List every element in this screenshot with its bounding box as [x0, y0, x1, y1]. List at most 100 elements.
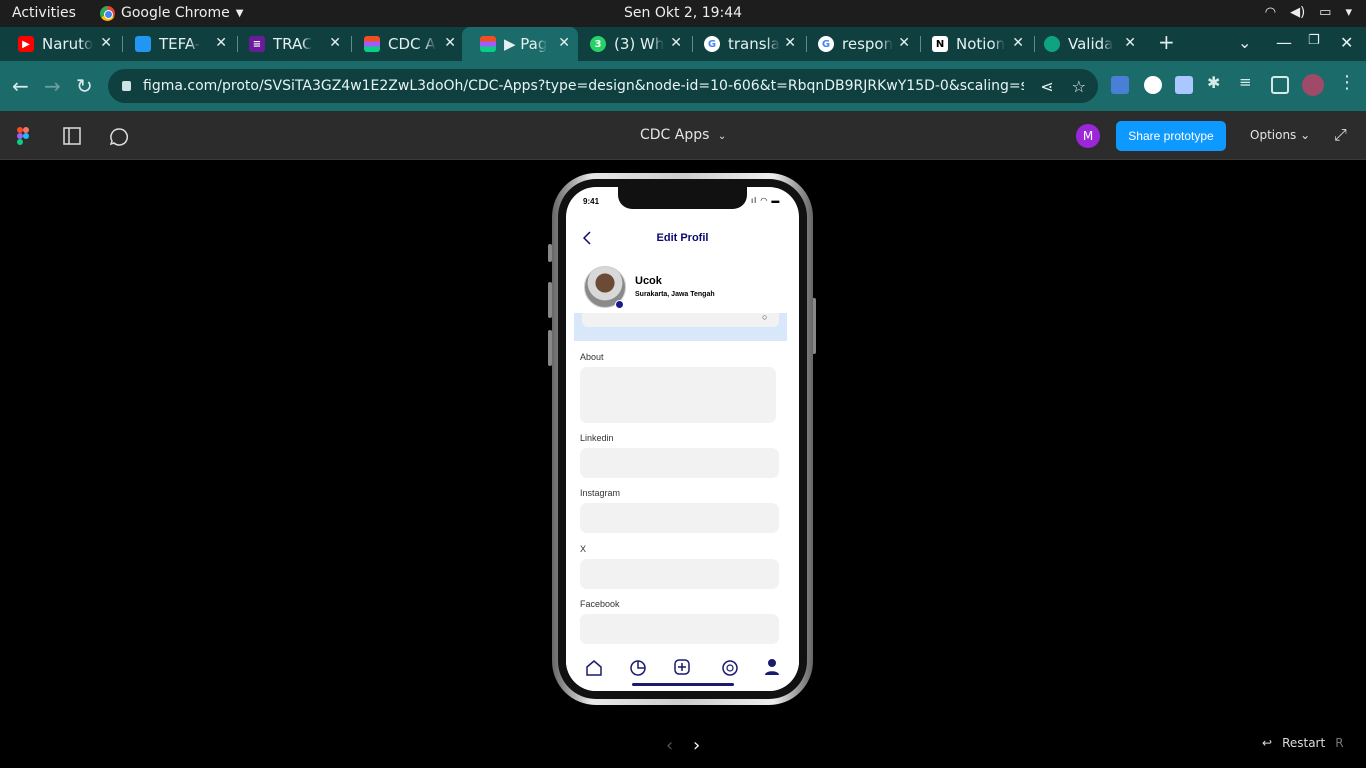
- new-tab-button[interactable]: +: [1158, 30, 1175, 54]
- tab-label: ▶ Pag: [504, 35, 548, 53]
- camera-icon[interactable]: [615, 300, 624, 309]
- toolbar: ← → ↻ figma.com/proto/SVSiTA3GZ4w1E2ZwL3…: [0, 61, 1366, 111]
- explore-icon[interactable]: [721, 659, 739, 677]
- close-icon[interactable]: ✕: [898, 35, 910, 51]
- close-window-icon[interactable]: ✕: [1340, 33, 1353, 52]
- tab[interactable]: Valida ✕: [1026, 27, 1144, 61]
- fullscreen-icon[interactable]: ⤢: [1334, 125, 1347, 145]
- status-time: 9:41: [583, 197, 600, 206]
- whatsapp-icon: 3: [590, 36, 606, 52]
- lock-icon: [122, 81, 131, 91]
- user-avatar[interactable]: M: [1076, 124, 1100, 148]
- tab-label: CDC A: [388, 35, 436, 53]
- tab-label: (3) Wh: [614, 35, 665, 53]
- restart-icon: ↩: [1262, 736, 1273, 750]
- close-icon[interactable]: ✕: [329, 35, 341, 51]
- media-icon[interactable]: ≡: [1239, 73, 1257, 91]
- docs-icon[interactable]: [1175, 76, 1193, 94]
- instagram-label: Instagram: [580, 488, 621, 498]
- tab[interactable]: Gtransla ✕: [686, 27, 804, 61]
- tab[interactable]: ≡ TRAC ✕: [231, 27, 349, 61]
- volume-icon: ◀): [1290, 5, 1306, 20]
- file-title-text: CDC Apps: [640, 127, 710, 143]
- linkedin-field[interactable]: [580, 448, 779, 478]
- reload-icon[interactable]: ↻: [76, 74, 93, 98]
- tab[interactable]: TEFA- ✕: [117, 27, 235, 61]
- chatgpt-icon: [1044, 36, 1060, 52]
- restart-shortcut: R: [1335, 736, 1344, 750]
- close-icon[interactable]: ✕: [444, 35, 456, 51]
- close-icon[interactable]: ✕: [1124, 35, 1136, 51]
- side-panel-icon[interactable]: [1271, 76, 1289, 94]
- sidebar-toggle-icon[interactable]: [63, 127, 81, 145]
- tab[interactable]: CDC A ✕: [346, 27, 464, 61]
- x-label: X: [580, 544, 587, 554]
- share-icon[interactable]: ⋖: [1040, 77, 1053, 96]
- instagram-field[interactable]: [580, 503, 779, 533]
- next-frame-icon[interactable]: ›: [693, 735, 700, 756]
- tab-label: Naruto: [42, 35, 94, 53]
- restart-button[interactable]: ↩ Restart R: [1262, 736, 1344, 750]
- profile-card-section: ○: [574, 312, 787, 341]
- close-icon[interactable]: ✕: [670, 35, 682, 51]
- profile-avatar[interactable]: [1302, 74, 1324, 96]
- chrome-icon: [100, 5, 115, 21]
- chevron-down-icon: ▾: [1345, 5, 1352, 20]
- about-label: About: [580, 352, 604, 362]
- menu-icon[interactable]: ⋮: [1338, 72, 1356, 93]
- close-icon[interactable]: ✕: [215, 35, 227, 51]
- tab-label: TRAC: [273, 35, 313, 53]
- list-icon: ≡: [249, 36, 265, 52]
- tab[interactable]: 3 (3) Wh ✕: [572, 27, 690, 61]
- tab[interactable]: ▶ Naruto ✕: [0, 27, 120, 61]
- page-title: Edit Profil: [656, 232, 709, 244]
- chevron-down-icon: ⌄: [717, 131, 727, 142]
- tab-strip: ▶ Naruto ✕ TEFA- ✕ ≡ TRAC ✕ CDC A ✕ ▶ Pag ✕ 3 (3…: [0, 27, 1366, 61]
- field-partial[interactable]: [582, 313, 779, 327]
- previous-frame-icon[interactable]: ‹: [666, 735, 673, 756]
- figma-icon: [480, 36, 496, 52]
- chart-icon[interactable]: [629, 659, 647, 677]
- close-icon[interactable]: ✕: [100, 35, 112, 51]
- app-menu[interactable]: Google Chrome ▼: [100, 5, 243, 21]
- translate-icon[interactable]: [1111, 76, 1129, 94]
- google-icon: G: [704, 36, 720, 52]
- file-title[interactable]: CDC Apps ⌄: [640, 127, 726, 143]
- profile-icon[interactable]: [763, 658, 781, 676]
- minimize-icon[interactable]: —: [1276, 33, 1292, 52]
- x-field[interactable]: [580, 559, 779, 589]
- forward-icon[interactable]: →: [44, 74, 61, 98]
- clock[interactable]: Sen Okt 2, 19:44: [624, 5, 742, 21]
- close-icon[interactable]: ✕: [558, 35, 570, 51]
- figma-logo-icon[interactable]: [17, 127, 29, 145]
- extension-icon[interactable]: [1144, 76, 1162, 94]
- facebook-field[interactable]: [580, 614, 779, 644]
- about-field[interactable]: [580, 367, 776, 423]
- tab[interactable]: N Notion ✕: [914, 27, 1032, 61]
- tab-active[interactable]: ▶ Pag ✕: [462, 27, 578, 61]
- activities-button[interactable]: Activities: [12, 5, 76, 21]
- address-bar[interactable]: figma.com/proto/SVSiTA3GZ4w1E2ZwL3doOh/C…: [108, 69, 1098, 103]
- options-label: Options: [1250, 128, 1297, 142]
- tab-search-icon[interactable]: ⌄: [1238, 33, 1251, 52]
- share-prototype-button[interactable]: Share prototype: [1116, 121, 1226, 151]
- phone-frame: 9:41 ıl ◠ ▬ Edit Profil Ucok Surakarta, …: [552, 173, 813, 705]
- tab-label: Valida: [1068, 35, 1114, 53]
- home-icon[interactable]: [585, 659, 603, 677]
- url-text: figma.com/proto/SVSiTA3GZ4w1E2ZwL3doOh/C…: [143, 78, 1025, 94]
- back-icon[interactable]: ←: [12, 74, 29, 98]
- tab[interactable]: Grespon ✕: [800, 27, 918, 61]
- chevron-down-icon: ▼: [235, 7, 244, 19]
- puzzle-icon[interactable]: ✱: [1207, 73, 1225, 92]
- profile-location: Surakarta, Jawa Tengah: [635, 291, 715, 298]
- comment-icon[interactable]: [110, 128, 128, 146]
- prototype-screen[interactable]: 9:41 ıl ◠ ▬ Edit Profil Ucok Surakarta, …: [566, 187, 799, 691]
- maximize-icon[interactable]: ❐: [1308, 33, 1320, 48]
- bookmark-star-icon[interactable]: ☆: [1072, 77, 1086, 96]
- options-menu[interactable]: Options ⌄: [1250, 128, 1310, 142]
- close-icon[interactable]: ✕: [1012, 35, 1024, 51]
- add-post-icon[interactable]: [673, 658, 691, 676]
- system-tray[interactable]: ◠ ◀) ▭ ▾: [1265, 5, 1352, 20]
- close-icon[interactable]: ✕: [784, 35, 796, 51]
- restart-label: Restart: [1282, 736, 1326, 750]
